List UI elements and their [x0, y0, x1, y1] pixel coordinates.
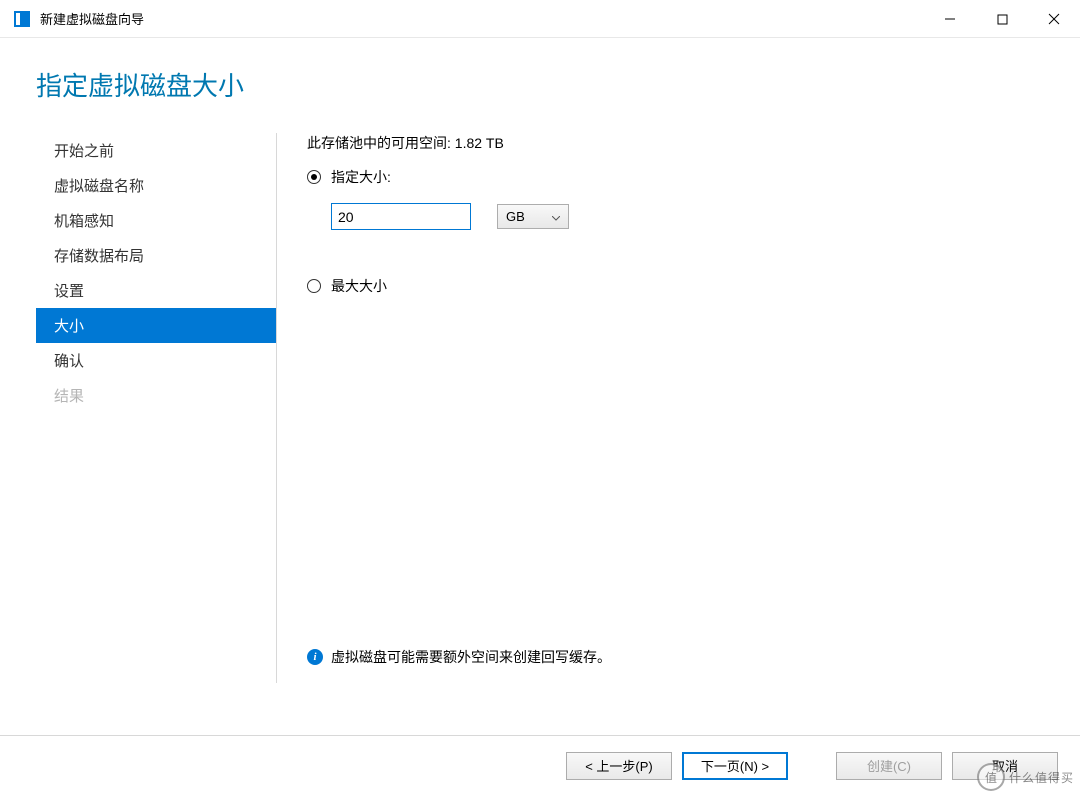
wizard-steps-sidebar: 开始之前 虚拟磁盘名称 机箱感知 存储数据布局 设置 大小 确认 结果 — [36, 133, 276, 683]
hint-row: i 虚拟磁盘可能需要额外空间来创建回写缓存。 — [307, 647, 611, 667]
sidebar-item-settings[interactable]: 设置 — [36, 273, 276, 308]
hint-text: 虚拟磁盘可能需要额外空间来创建回写缓存。 — [331, 647, 611, 667]
radio-icon — [307, 279, 321, 293]
watermark: 值 什么值得买 — [977, 763, 1074, 791]
radio-icon — [307, 170, 321, 184]
window-controls — [924, 0, 1080, 38]
minimize-button[interactable] — [924, 0, 976, 38]
size-input[interactable] — [331, 203, 471, 230]
sidebar-item-name[interactable]: 虚拟磁盘名称 — [36, 168, 276, 203]
available-space-label: 此存储池中的可用空间: 1.82 TB — [307, 133, 1050, 153]
sidebar-item-layout[interactable]: 存储数据布局 — [36, 238, 276, 273]
page-title: 指定虚拟磁盘大小 — [0, 38, 1080, 133]
maximize-button[interactable] — [976, 0, 1028, 38]
sidebar-item-confirm[interactable]: 确认 — [36, 343, 276, 378]
app-icon — [14, 11, 30, 27]
previous-button[interactable]: < 上一步(P) — [566, 752, 672, 780]
main-panel: 此存储池中的可用空间: 1.82 TB 指定大小: GB 最大大小 i 虚拟磁盘… — [293, 133, 1080, 683]
unit-select[interactable]: GB — [497, 204, 569, 229]
close-button[interactable] — [1028, 0, 1080, 38]
sidebar-item-enclosure[interactable]: 机箱感知 — [36, 203, 276, 238]
unit-value: GB — [506, 209, 525, 224]
create-button: 创建(C) — [836, 752, 942, 780]
sidebar-item-result: 结果 — [36, 378, 276, 413]
sidebar-item-begin[interactable]: 开始之前 — [36, 133, 276, 168]
radio-specify-label: 指定大小: — [331, 167, 391, 187]
window-title: 新建虚拟磁盘向导 — [40, 9, 144, 28]
radio-max-size[interactable]: 最大大小 — [307, 276, 1050, 296]
watermark-badge: 值 — [977, 763, 1005, 791]
sidebar-item-size[interactable]: 大小 — [36, 308, 276, 343]
watermark-text: 什么值得买 — [1009, 769, 1074, 786]
info-icon: i — [307, 649, 323, 665]
radio-max-label: 最大大小 — [331, 276, 387, 296]
chevron-down-icon — [552, 209, 560, 224]
wizard-footer: < 上一步(P) 下一页(N) > 创建(C) 取消 — [0, 735, 1080, 795]
radio-specify-size[interactable]: 指定大小: — [307, 167, 1050, 187]
titlebar: 新建虚拟磁盘向导 — [0, 0, 1080, 38]
vertical-divider — [276, 133, 277, 683]
next-button[interactable]: 下一页(N) > — [682, 752, 788, 780]
